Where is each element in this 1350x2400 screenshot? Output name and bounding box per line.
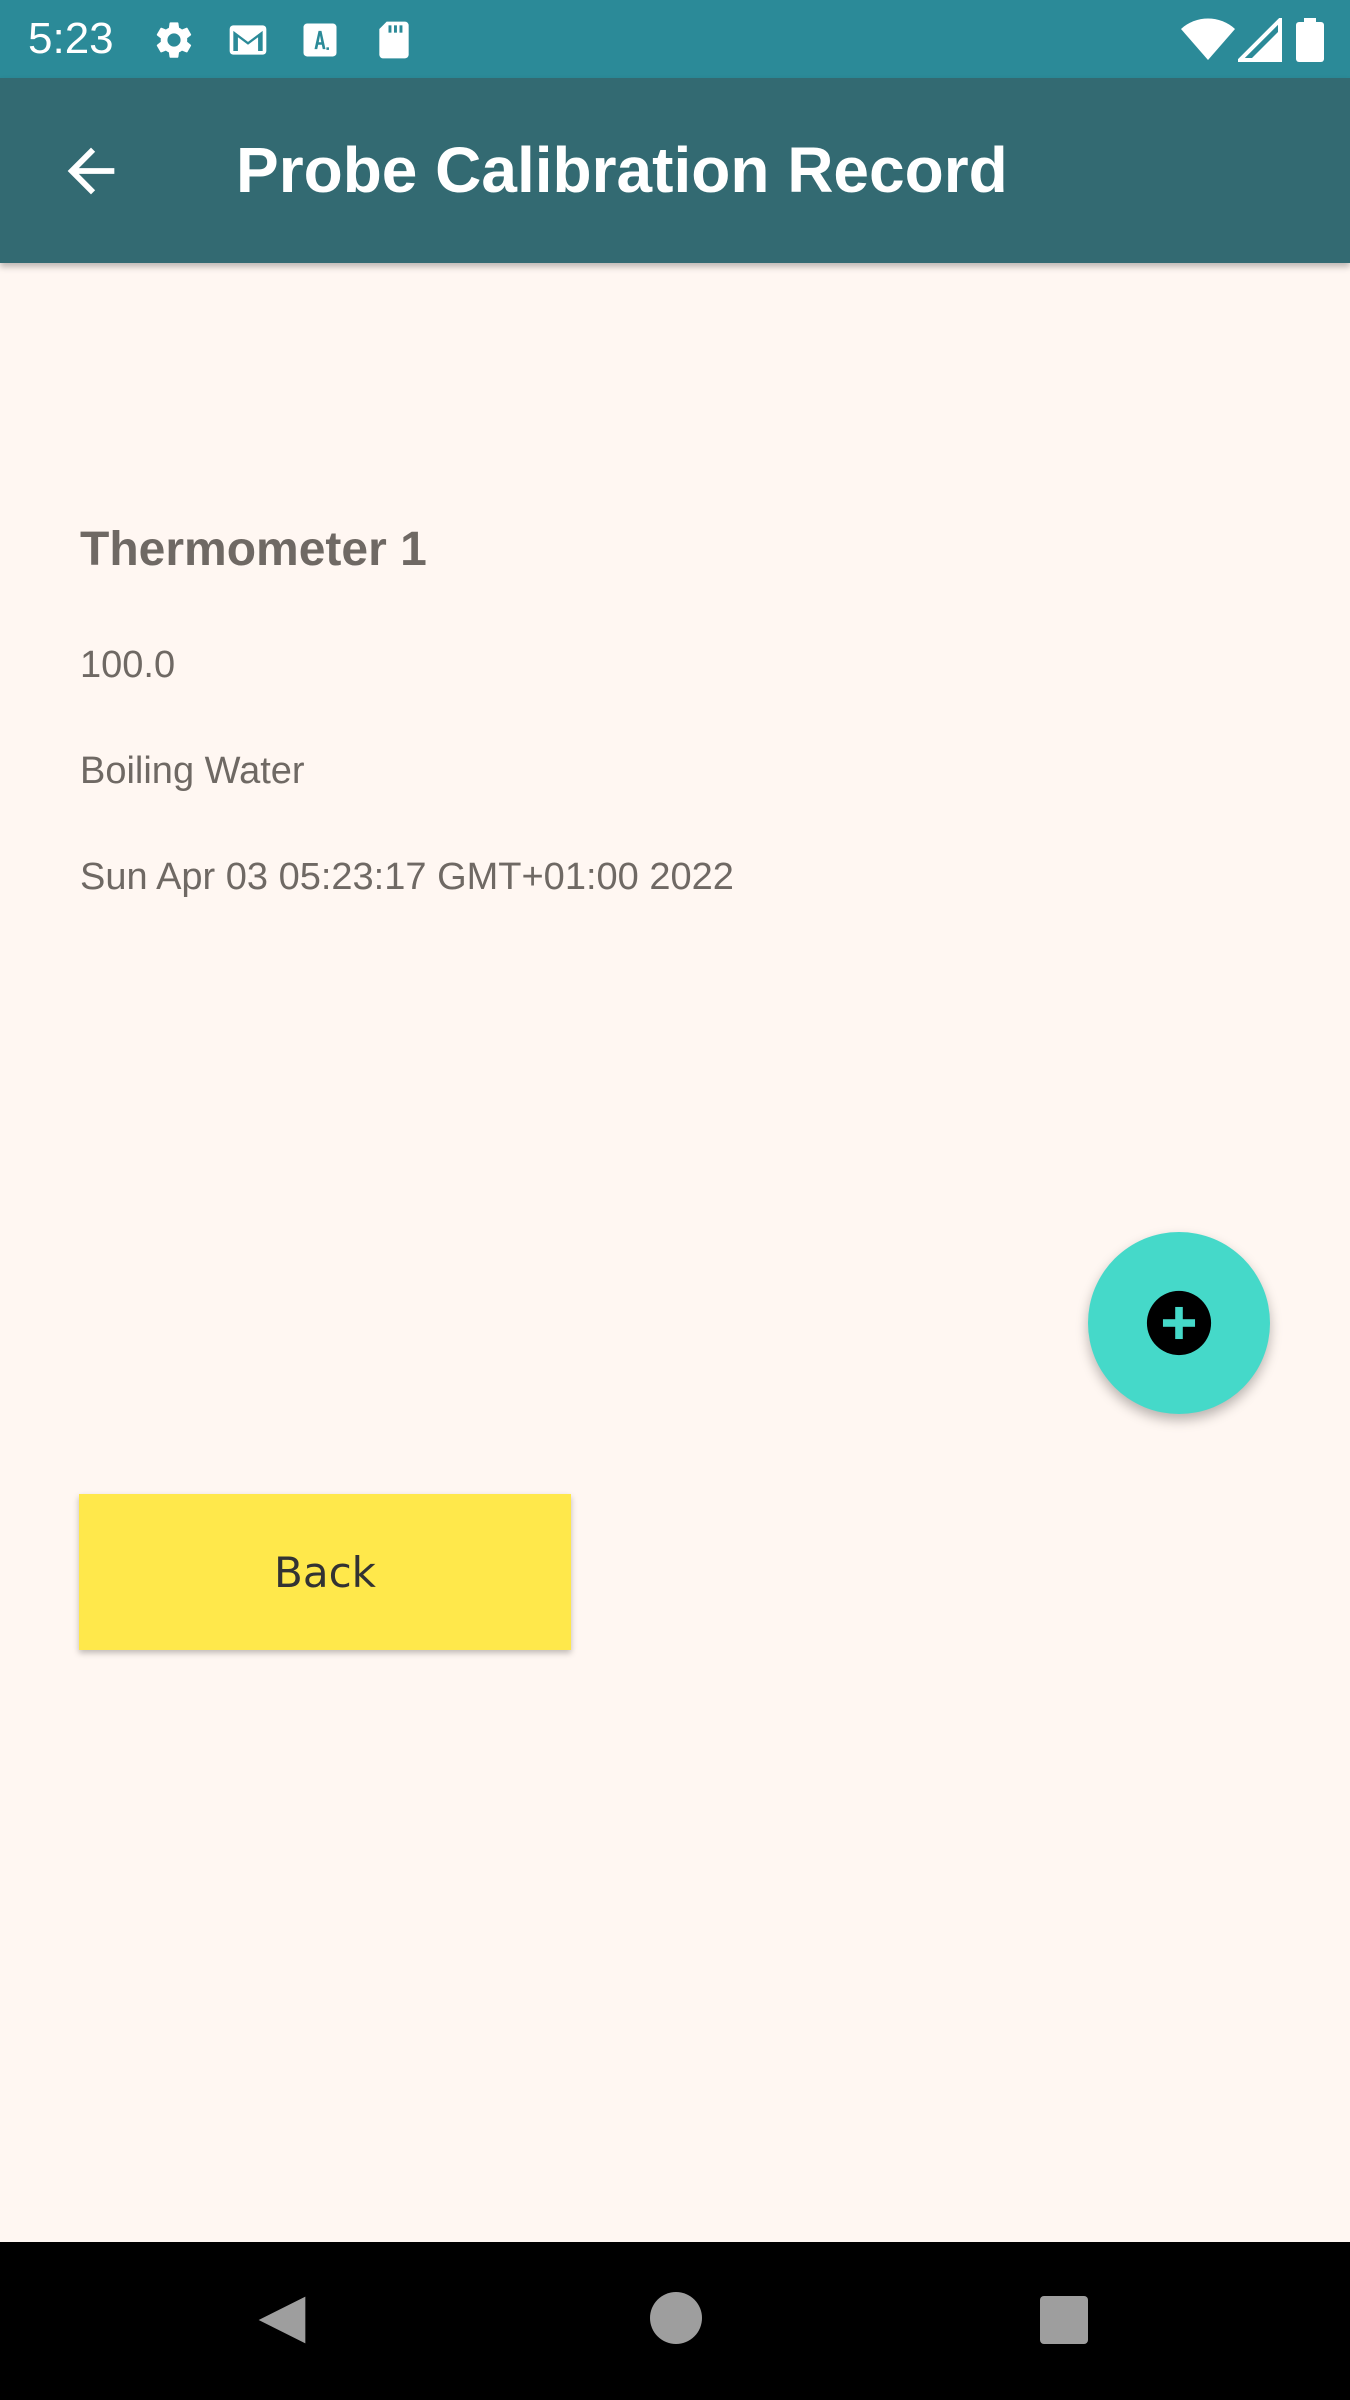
sd-card-icon: [379, 21, 409, 59]
calibration-timestamp: Sun Apr 03 05:23:17 GMT+01:00 2022: [80, 856, 734, 898]
status-time: 5:23: [28, 14, 114, 63]
navigation-bar: [0, 2242, 1350, 2400]
recents-square-icon[interactable]: [1040, 2296, 1088, 2344]
back-triangle-icon[interactable]: [254, 2292, 310, 2348]
wifi-icon: [1181, 18, 1235, 60]
probe-name: Thermometer 1: [80, 523, 427, 576]
battery-icon: [1296, 18, 1324, 62]
back-button[interactable]: Back: [79, 1494, 571, 1650]
add-circle-icon: [1146, 1290, 1212, 1356]
probe-value: 100.0: [80, 644, 176, 686]
gear-icon: [156, 22, 192, 58]
page-title: Probe Calibration Record: [236, 134, 1008, 206]
home-circle-icon[interactable]: [650, 2292, 702, 2344]
status-bar: 5:23: [0, 0, 1350, 78]
app-bar: Probe Calibration Record: [0, 78, 1350, 263]
gmail-icon: [229, 25, 267, 55]
arrow-left-icon[interactable]: [56, 136, 126, 206]
calibration-method: Boiling Water: [80, 750, 305, 792]
a-box-icon: [303, 23, 337, 57]
add-record-button[interactable]: [1088, 1232, 1270, 1414]
signal-icon: [1238, 18, 1282, 62]
